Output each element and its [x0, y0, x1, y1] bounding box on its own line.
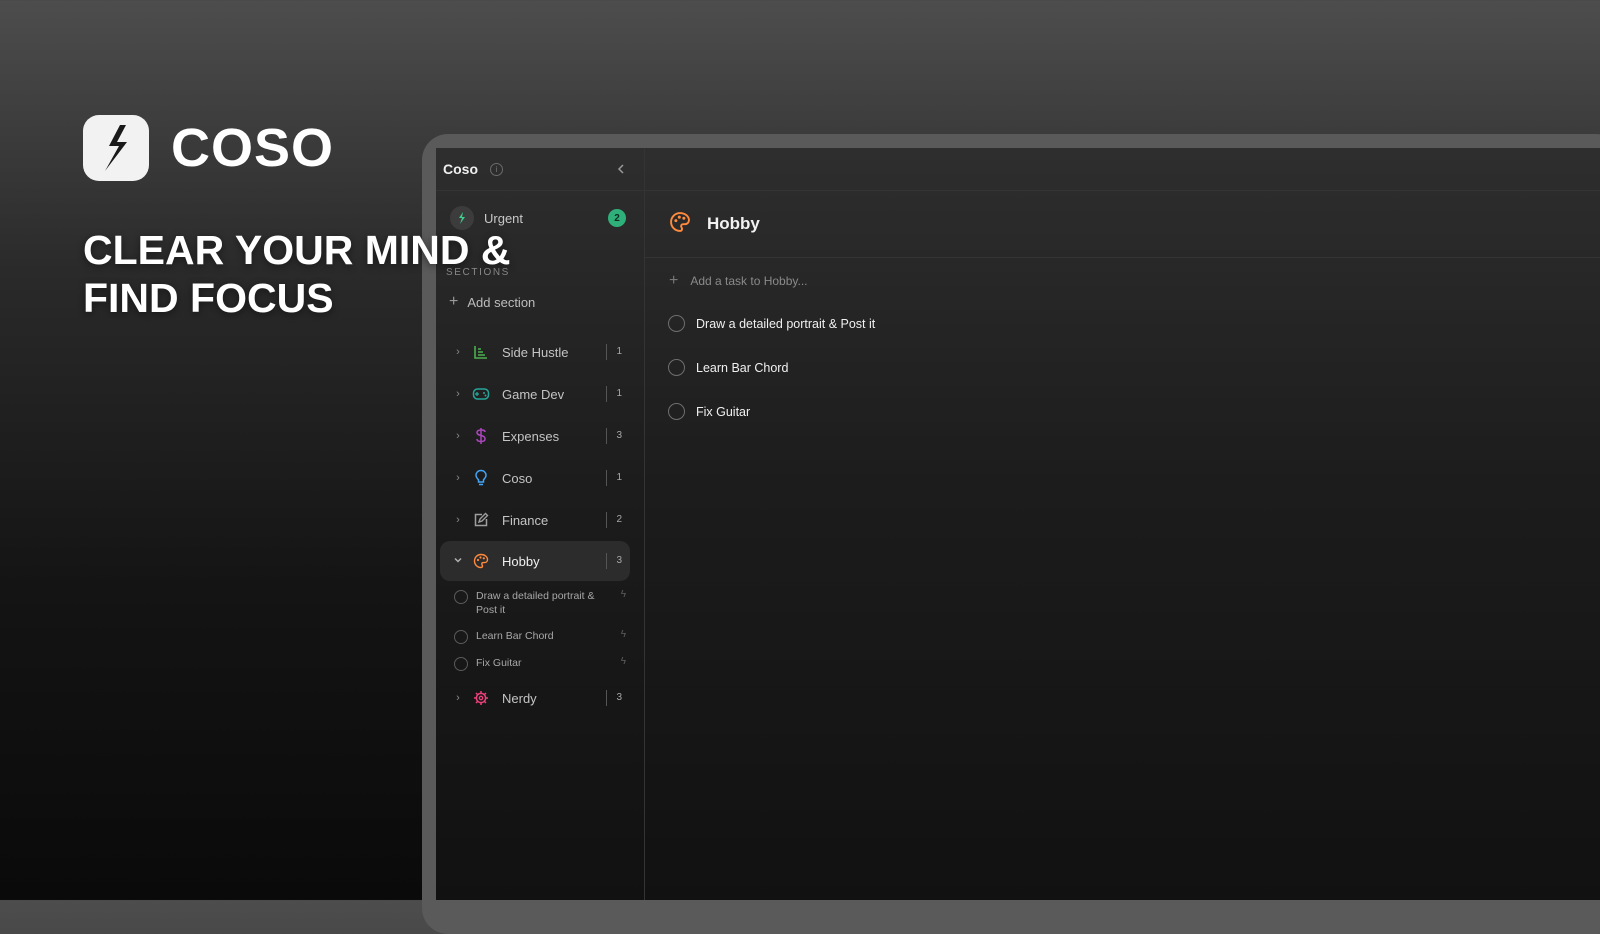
tagline-line-2: FIND FOCUS — [83, 275, 334, 321]
edit-icon — [472, 511, 490, 529]
task-item[interactable]: Fix Guitar — [668, 403, 750, 420]
bolt-icon[interactable]: ϟ — [621, 589, 626, 600]
main-header: Hobby — [645, 191, 1600, 258]
sidebar-item-side-hustle[interactable]: › Side Hustle 1 — [440, 332, 630, 372]
lightbulb-icon — [472, 469, 490, 487]
section-label: Hobby — [502, 553, 540, 569]
section-count: 3 — [606, 553, 622, 569]
add-task-input[interactable]: + Add a task to Hobby... — [669, 273, 808, 289]
bolt-logo-icon — [83, 115, 149, 181]
section-count: 1 — [606, 470, 622, 486]
bolt-icon[interactable]: ϟ — [621, 656, 626, 667]
brand: COSO — [83, 115, 334, 181]
urgent-count-badge: 2 — [608, 209, 626, 227]
chevron-right-icon[interactable]: › — [450, 430, 466, 442]
brand-name: COSO — [171, 118, 335, 178]
main-toolbar — [645, 148, 1600, 191]
task-item[interactable]: Draw a detailed portrait & Post it — [668, 315, 875, 332]
task-checkbox[interactable] — [454, 657, 468, 671]
sidebar-task[interactable]: Fix Guitar ϟ — [454, 656, 626, 671]
sidebar-item-expenses[interactable]: › Expenses 3 — [440, 416, 630, 456]
section-count: 3 — [606, 428, 622, 444]
task-label: Fix Guitar — [696, 404, 751, 419]
chevron-right-icon[interactable]: › — [450, 472, 466, 484]
dollar-icon — [472, 427, 490, 445]
sidebar-item-finance[interactable]: › Finance 2 — [440, 500, 630, 540]
sidebar-task-label: Fix Guitar — [476, 657, 522, 669]
chevron-left-icon[interactable] — [614, 162, 628, 176]
task-checkbox[interactable] — [454, 630, 468, 644]
sidebar-title: Coso — [443, 161, 478, 177]
task-label: Draw a detailed portrait & Post it — [696, 316, 876, 331]
palette-icon — [669, 211, 691, 238]
section-label: Expenses — [502, 428, 560, 444]
section-count: 1 — [606, 344, 622, 360]
task-checkbox[interactable] — [668, 403, 685, 420]
section-label: Game Dev — [502, 386, 565, 402]
sidebar-item-game-dev[interactable]: › Game Dev 1 — [440, 374, 630, 414]
task-item[interactable]: Learn Bar Chord — [668, 359, 788, 376]
tagline-line-1: CLEAR YOUR MIND & — [83, 227, 511, 273]
chevron-right-icon[interactable]: › — [450, 388, 466, 400]
page-title: Hobby — [707, 214, 760, 233]
chevron-right-icon[interactable]: › — [450, 346, 466, 358]
sidebar-task-label: Learn Bar Chord — [476, 630, 554, 642]
task-label: Learn Bar Chord — [696, 360, 789, 375]
app-window: Coso i Urgent 2 SECTIONS + Add section ›… — [436, 148, 1600, 900]
chevron-right-icon[interactable]: › — [450, 514, 466, 526]
section-label: Nerdy — [502, 690, 537, 706]
gamepad-icon — [472, 385, 490, 403]
sidebar-task[interactable]: Draw a detailed portrait & Post it ϟ — [454, 589, 626, 617]
chart-icon — [472, 343, 490, 361]
tagline: CLEAR YOUR MIND & FIND FOCUS — [83, 226, 510, 322]
task-checkbox[interactable] — [668, 315, 685, 332]
section-count: 1 — [606, 386, 622, 402]
sidebar-item-hobby[interactable]: Hobby 3 — [440, 541, 630, 581]
sidebar-header: Coso i — [436, 148, 644, 191]
palette-icon — [472, 552, 490, 570]
bolt-icon[interactable]: ϟ — [621, 629, 626, 640]
main-panel: Hobby + Add a task to Hobby... Draw a de… — [645, 148, 1600, 900]
sidebar-task-label: Draw a detailed portrait & Post it — [476, 590, 595, 616]
section-label: Coso — [502, 470, 533, 486]
section-label: Side Hustle — [502, 344, 569, 360]
sidebar-item-coso[interactable]: › Coso 1 — [440, 458, 630, 498]
section-count: 3 — [606, 690, 622, 706]
chevron-right-icon[interactable]: › — [450, 692, 466, 704]
task-checkbox[interactable] — [668, 359, 685, 376]
gear-icon — [472, 689, 490, 707]
section-count: 2 — [606, 512, 622, 528]
section-label: Finance — [502, 512, 549, 528]
sidebar-item-nerdy[interactable]: › Nerdy 3 — [440, 678, 630, 718]
urgent-label: Urgent — [484, 210, 524, 226]
chevron-down-icon[interactable] — [450, 555, 466, 568]
add-task-placeholder: Add a task to Hobby... — [690, 274, 808, 288]
plus-icon: + — [669, 272, 679, 289]
task-checkbox[interactable] — [454, 590, 468, 604]
sidebar-task[interactable]: Learn Bar Chord ϟ — [454, 629, 626, 644]
info-icon[interactable]: i — [490, 162, 503, 176]
